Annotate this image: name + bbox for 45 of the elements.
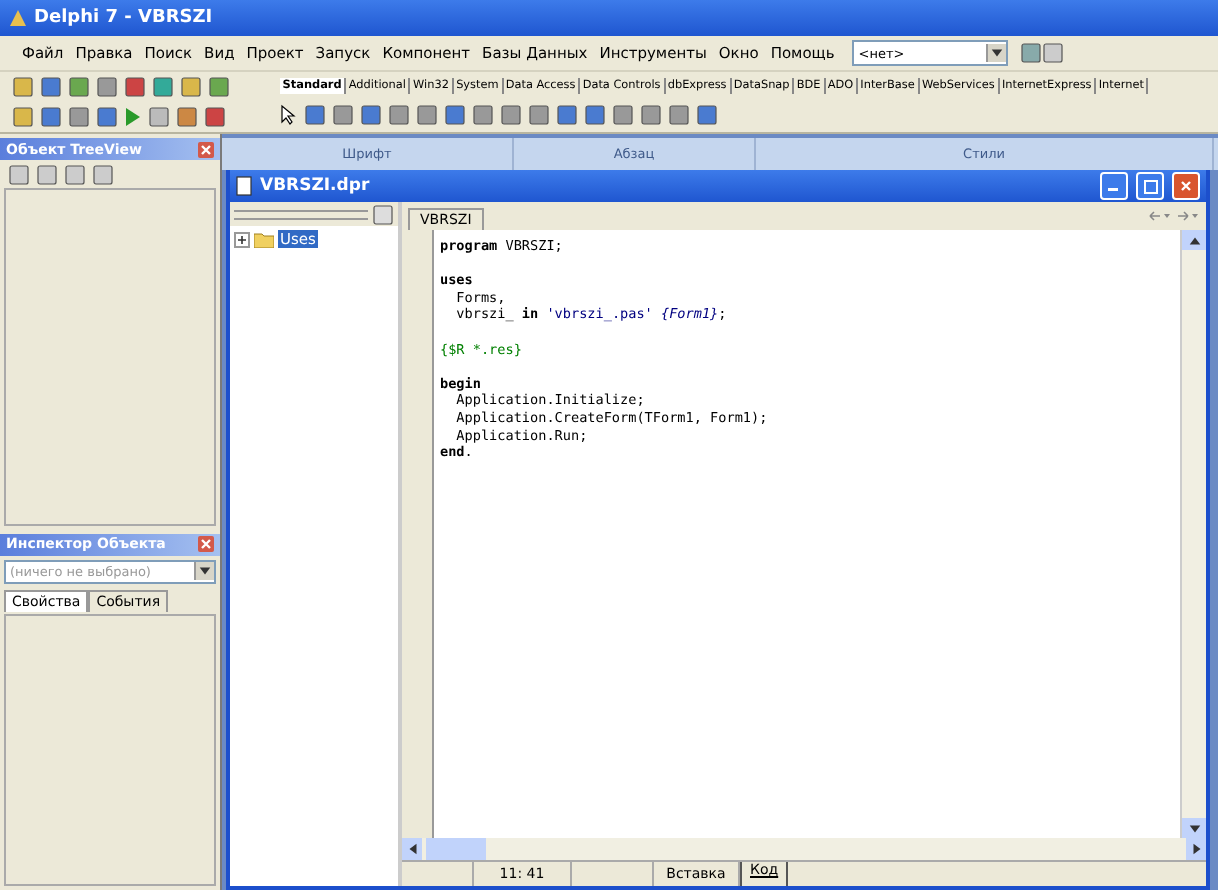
editor-title: VBRSZI.dpr bbox=[260, 176, 372, 196]
close-button[interactable] bbox=[1172, 172, 1200, 200]
scroll-thumb[interactable] bbox=[426, 838, 486, 860]
component-icon[interactable] bbox=[528, 104, 550, 127]
component-icon[interactable] bbox=[444, 104, 466, 127]
toolbar-icon[interactable] bbox=[40, 106, 62, 128]
toolbar-icon[interactable] bbox=[68, 76, 90, 98]
component-icon[interactable] bbox=[304, 104, 326, 127]
scroll-up-button[interactable] bbox=[1182, 230, 1206, 250]
maximize-button[interactable] bbox=[1136, 172, 1164, 200]
toolbar-icon[interactable] bbox=[124, 76, 146, 98]
toolbar-icon[interactable] bbox=[208, 76, 230, 98]
toolbar-icon[interactable] bbox=[96, 106, 118, 128]
toolbar-icon[interactable] bbox=[40, 76, 62, 98]
dropdown-arrow-icon[interactable] bbox=[198, 564, 212, 579]
component-icon[interactable] bbox=[472, 104, 494, 127]
component-icon[interactable] bbox=[556, 104, 578, 127]
component-icon[interactable] bbox=[640, 104, 662, 127]
maximize-icon bbox=[1143, 179, 1157, 193]
component-icon[interactable] bbox=[388, 104, 410, 127]
component-icon[interactable] bbox=[696, 104, 718, 127]
component-icon[interactable] bbox=[500, 104, 522, 127]
component-icon[interactable] bbox=[584, 104, 606, 127]
toolbar-icon[interactable] bbox=[12, 76, 34, 98]
toolbar-icon[interactable] bbox=[176, 106, 198, 128]
dropdown-arrow-icon[interactable] bbox=[990, 46, 1005, 60]
component-icon[interactable] bbox=[360, 104, 382, 127]
component-icon[interactable] bbox=[612, 104, 634, 127]
expander-icon[interactable] bbox=[234, 231, 250, 247]
component-icon[interactable] bbox=[332, 104, 354, 127]
component-icon[interactable] bbox=[668, 104, 690, 127]
toolbar-icon[interactable] bbox=[12, 106, 34, 128]
toolbar-icon[interactable] bbox=[204, 106, 226, 128]
toolbar-icon[interactable] bbox=[180, 76, 202, 98]
toolbar-icon[interactable] bbox=[96, 76, 118, 98]
component-icon[interactable] bbox=[416, 104, 438, 127]
window-title: Delphi 7 - VBRSZI bbox=[34, 8, 213, 28]
file-icon bbox=[236, 176, 252, 196]
pointer-icon[interactable] bbox=[280, 104, 298, 127]
toolbar-icon[interactable] bbox=[152, 76, 174, 98]
minimize-button[interactable] bbox=[1100, 172, 1128, 200]
app-logo-icon bbox=[8, 8, 28, 28]
scroll-down-button[interactable] bbox=[1182, 818, 1206, 838]
run-icon[interactable] bbox=[124, 106, 142, 128]
toolbar-icon[interactable] bbox=[68, 106, 90, 128]
